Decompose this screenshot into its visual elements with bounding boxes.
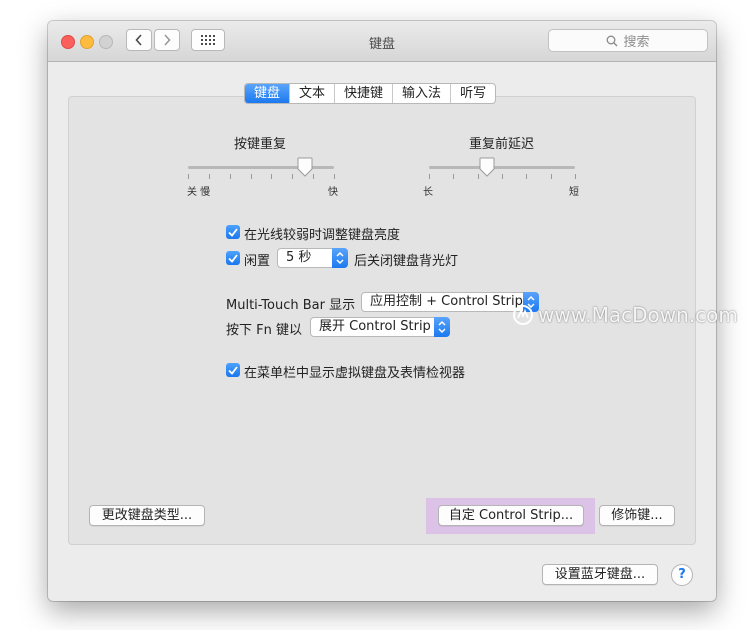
show-viewer-checkbox[interactable] bbox=[226, 363, 240, 377]
checkmark-icon bbox=[228, 227, 238, 237]
slider-tick bbox=[502, 174, 503, 179]
touch-bar-label: Multi-Touch Bar 显示 bbox=[226, 298, 356, 313]
idle-time-select[interactable]: 5 秒 bbox=[277, 248, 348, 268]
help-button[interactable]: ? bbox=[671, 564, 693, 586]
delay-repeat-knob[interactable] bbox=[479, 157, 495, 177]
slider-tick bbox=[575, 174, 576, 179]
customize-control-strip-button[interactable]: 自定 Control Strip... bbox=[438, 505, 584, 526]
tab-bar: 键盘 文本 快捷键 输入法 听写 bbox=[244, 83, 497, 104]
key-repeat-right-label: 快 bbox=[328, 187, 338, 198]
idle-suffix: 后关闭键盘背光灯 bbox=[354, 254, 459, 269]
slider-tick bbox=[292, 174, 293, 179]
change-keyboard-type-button[interactable]: 更改键盘类型... bbox=[89, 505, 205, 526]
search-icon bbox=[607, 35, 618, 46]
delay-repeat-title: 重复前延迟 bbox=[469, 137, 535, 152]
tab-shortcuts[interactable]: 快捷键 bbox=[334, 84, 392, 103]
key-repeat-knob[interactable] bbox=[297, 157, 313, 177]
modifier-keys-button[interactable]: 修饰键... bbox=[599, 505, 675, 526]
slider-tick bbox=[526, 174, 527, 179]
slider-tick bbox=[551, 174, 552, 179]
tab-keyboard[interactable]: 键盘 bbox=[245, 84, 290, 103]
tab-text[interactable]: 文本 bbox=[289, 84, 334, 103]
checkmark-icon bbox=[228, 365, 238, 375]
key-repeat-left-label: 关 慢 bbox=[187, 187, 211, 198]
search-input[interactable]: 搜索 bbox=[548, 29, 708, 52]
watermark-text: www.MacDown.com bbox=[538, 303, 738, 327]
title-bar: 键盘 搜索 bbox=[48, 21, 716, 62]
setup-bluetooth-keyboard-button[interactable]: 设置蓝牙键盘... bbox=[542, 564, 658, 585]
idle-time-value: 5 秒 bbox=[286, 250, 312, 265]
slider-tick bbox=[271, 174, 272, 179]
key-repeat-title: 按键重复 bbox=[234, 137, 287, 152]
slider-tick bbox=[230, 174, 231, 179]
slider-tick bbox=[209, 174, 210, 179]
search-placeholder: 搜索 bbox=[623, 35, 650, 50]
select-arrows-icon bbox=[434, 317, 450, 337]
slider-tick bbox=[188, 174, 189, 179]
idle-label: 闲置 bbox=[244, 254, 271, 269]
tab-dictation[interactable]: 听写 bbox=[450, 84, 495, 103]
delay-repeat-track bbox=[429, 166, 575, 169]
select-arrows-icon bbox=[332, 248, 348, 268]
slider-tick bbox=[313, 174, 314, 179]
fn-key-label: 按下 Fn 键以 bbox=[226, 323, 302, 338]
slider-tick bbox=[334, 174, 335, 179]
slider-tick bbox=[453, 174, 454, 179]
fn-key-value: 展开 Control Strip bbox=[319, 319, 431, 334]
delay-repeat-right-label: 短 bbox=[569, 187, 579, 198]
watermark: www.MacDown.com bbox=[512, 303, 738, 327]
idle-backlight-checkbox[interactable] bbox=[226, 251, 240, 265]
adjust-brightness-checkbox[interactable] bbox=[226, 225, 240, 239]
checkmark-icon bbox=[228, 253, 238, 263]
fn-key-select[interactable]: 展开 Control Strip bbox=[310, 317, 450, 337]
delay-repeat-left-label: 长 bbox=[423, 187, 433, 198]
slider-tick bbox=[251, 174, 252, 179]
watermark-logo-icon bbox=[513, 305, 533, 325]
touch-bar-value: 应用控制 + Control Strip bbox=[370, 294, 523, 309]
slider-tick bbox=[429, 174, 430, 179]
show-viewer-label: 在菜单栏中显示虚拟键盘及表情检视器 bbox=[244, 366, 466, 381]
tab-input-sources[interactable]: 输入法 bbox=[392, 84, 450, 103]
adjust-brightness-label: 在光线较弱时调整键盘亮度 bbox=[244, 228, 401, 243]
